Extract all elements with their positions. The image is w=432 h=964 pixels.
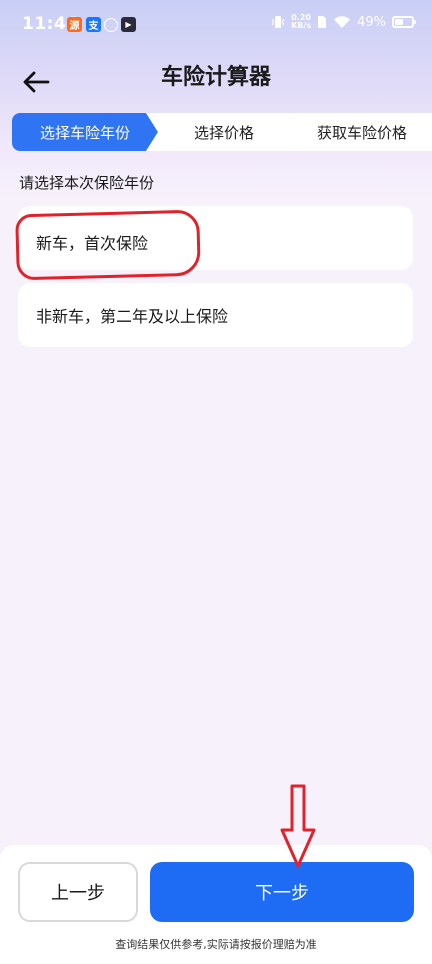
- status-indicators: 0.20 KB/s 49%: [271, 14, 416, 30]
- browser-icon: [104, 18, 118, 32]
- alipay-icon: 支: [86, 17, 101, 32]
- video-app-icon: ▶: [121, 17, 136, 32]
- battery-level: [395, 19, 403, 25]
- page-title: 车险计算器: [160, 65, 271, 90]
- option-label: 非新车，第二年及以上保险: [36, 307, 229, 326]
- next-step-button[interactable]: 下一步: [150, 862, 414, 922]
- previous-step-button[interactable]: 上一步: [18, 862, 138, 922]
- status-bar: 11:46 源 支 ▶ 0.20 KB/s 49%: [0, 0, 432, 52]
- step-select-year: 选择车险年份: [12, 113, 158, 151]
- network-speed: 0.20 KB/s: [291, 14, 311, 30]
- step-progress: 选择车险年份 选择价格 获取车险价格: [12, 113, 432, 151]
- battery-percent: 49%: [357, 14, 386, 30]
- network-speed-unit: KB/s: [291, 21, 312, 30]
- sim-card-icon: [318, 16, 327, 28]
- selection-prompt: 请选择本次保险年份: [19, 174, 155, 192]
- wifi-icon: [334, 16, 351, 28]
- disclaimer-text: 查询结果仅供参考,实际请按报价理赔为准: [115, 938, 317, 951]
- annotation-arrow-down-icon: [280, 784, 316, 868]
- vibrate-icon: [272, 16, 285, 28]
- battery-icon: [392, 16, 416, 28]
- annotation-highlight: [15, 209, 201, 281]
- app-red-icon: 源: [67, 17, 82, 32]
- option-used-car[interactable]: 非新车，第二年及以上保险: [18, 283, 413, 347]
- step-select-price: 选择价格: [146, 113, 302, 151]
- step-get-price: 获取车险价格: [292, 113, 432, 151]
